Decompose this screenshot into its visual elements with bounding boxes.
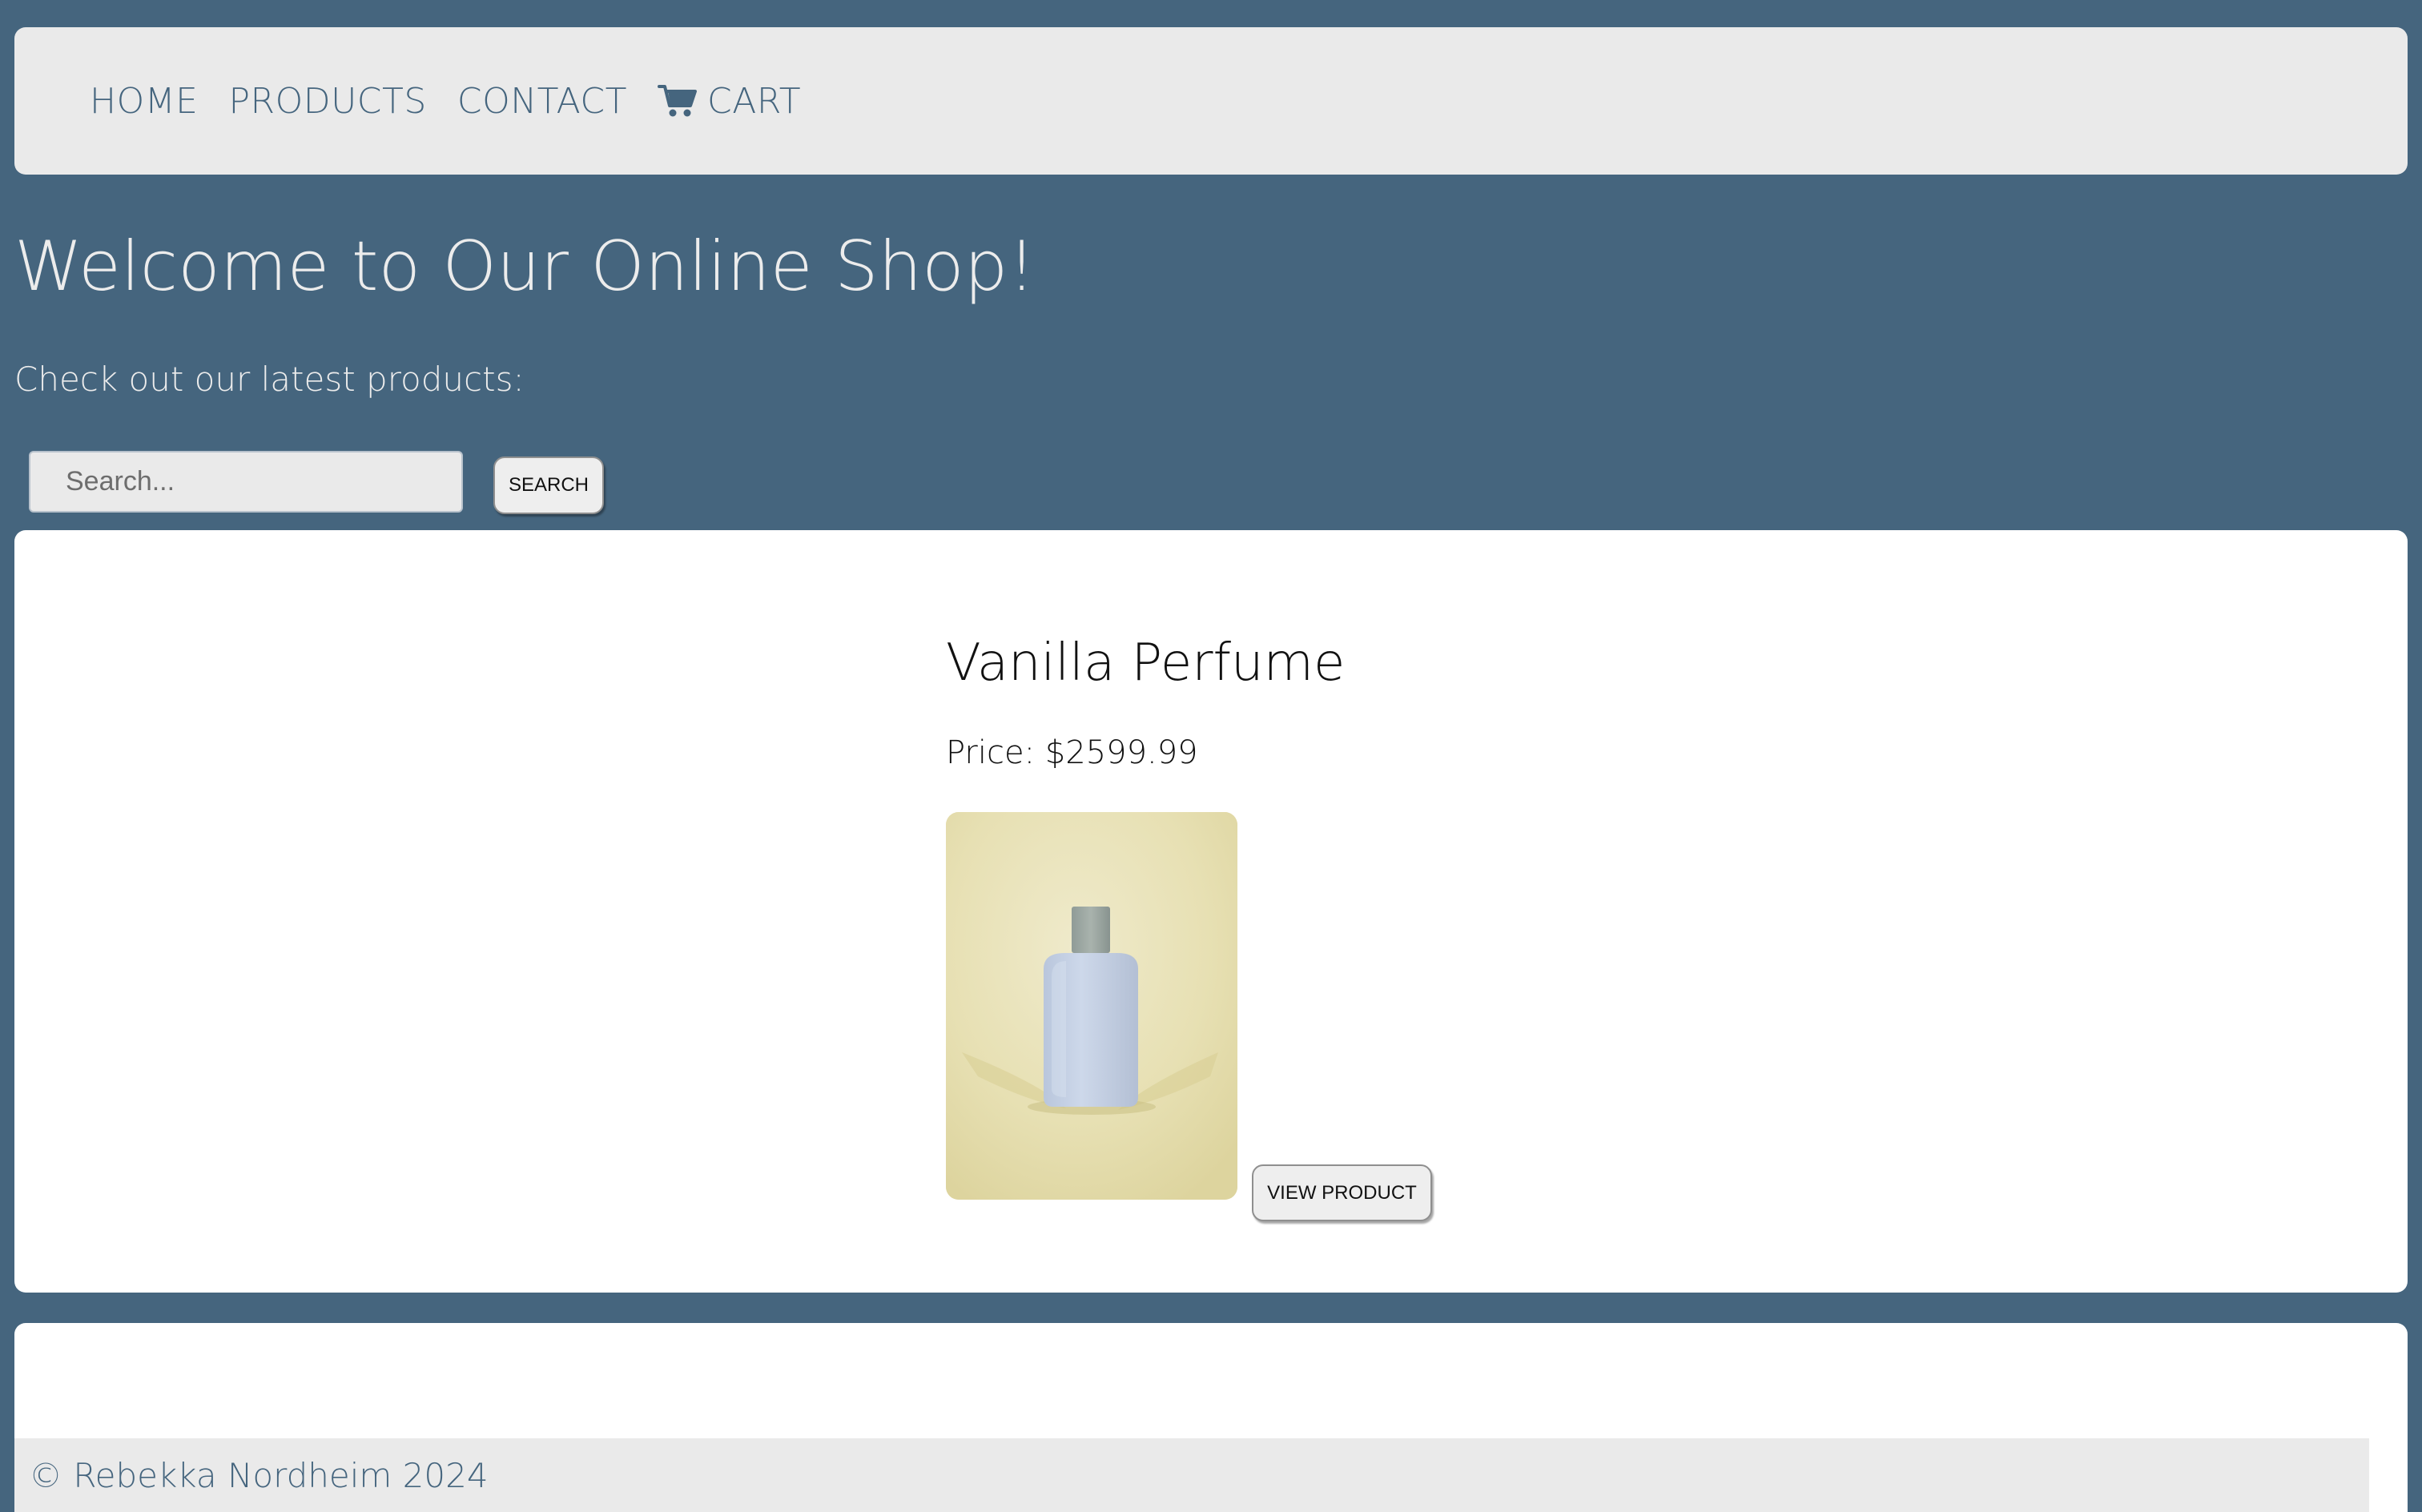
- nav-link-cart[interactable]: CART: [658, 81, 801, 122]
- nav-link-products[interactable]: PRODUCTS: [228, 81, 426, 122]
- view-product-button[interactable]: VIEW PRODUCT: [1252, 1164, 1432, 1221]
- nav-link-contact[interactable]: CONTACT: [457, 81, 627, 122]
- product-card: Vanilla Perfume Price: $2599.99 VIEW PRO…: [14, 530, 2408, 1293]
- page-title: Welcome to Our Online Shop!: [14, 227, 1036, 307]
- search-input[interactable]: [29, 451, 463, 513]
- nav-link-products-label: PRODUCTS: [228, 80, 427, 122]
- footer: © Rebekka Nordheim 2024: [14, 1438, 2369, 1512]
- page-subtitle: Check out our latest products:: [14, 360, 525, 399]
- nav-link-home[interactable]: HOME: [90, 81, 198, 122]
- product-name: Vanilla Perfume: [946, 633, 1346, 693]
- top-navbar: HOME PRODUCTS CONTACT CART: [14, 27, 2408, 175]
- nav-link-home-label: HOME: [90, 80, 199, 122]
- product-image: [946, 812, 1237, 1200]
- search-button[interactable]: SEARCH: [493, 456, 604, 514]
- nav-menu: HOME PRODUCTS CONTACT CART: [14, 27, 2408, 175]
- footer-copyright: © Rebekka Nordheim 2024: [29, 1455, 489, 1495]
- cart-icon: [658, 83, 698, 119]
- perfume-bottle-illustration: [946, 812, 1237, 1200]
- nav-link-cart-label: CART: [707, 80, 802, 122]
- product-price: Price: $2599.99: [946, 734, 1198, 771]
- nav-link-contact-label: CONTACT: [457, 80, 627, 122]
